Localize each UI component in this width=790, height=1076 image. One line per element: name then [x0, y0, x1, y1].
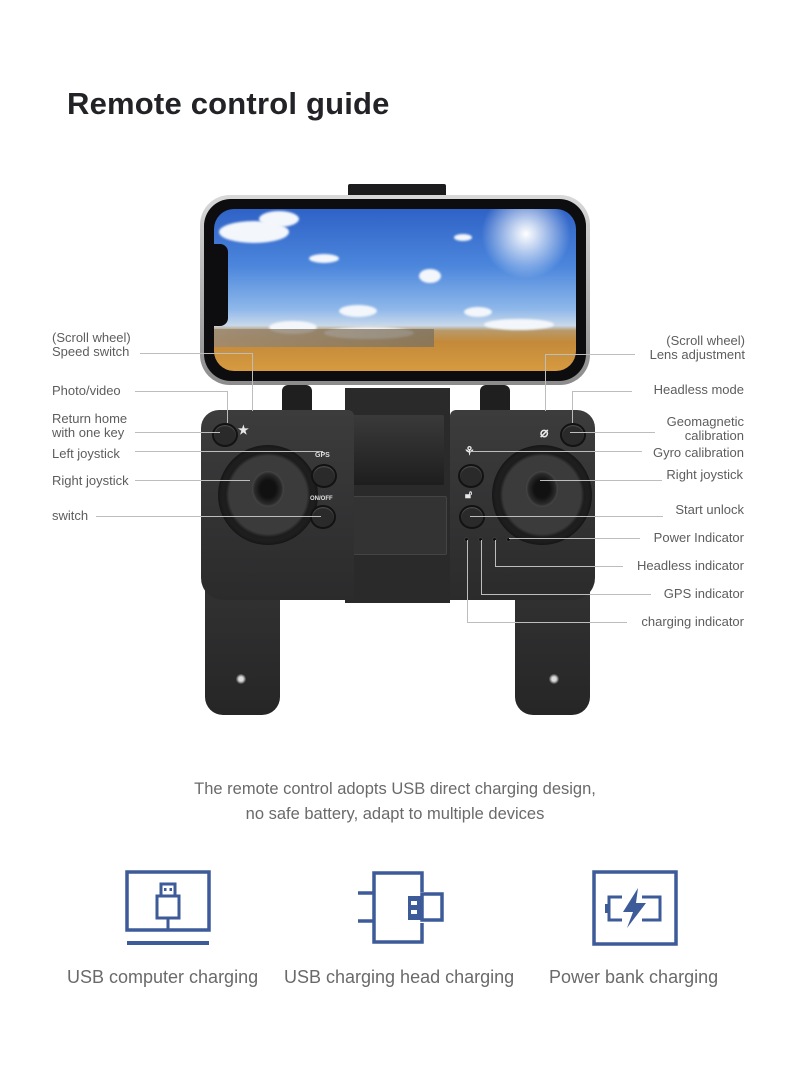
label-gyro-calibration: Gyro calibration	[652, 445, 744, 460]
onoff-label: ON/OFF	[310, 496, 333, 502]
label-photo-video: Photo/video	[52, 383, 121, 398]
controller-center-panel	[350, 496, 447, 555]
right-joystick[interactable]	[492, 445, 592, 545]
usb-computer-icon	[125, 870, 211, 945]
description-text: The remote control adopts USB direct cha…	[0, 777, 790, 827]
label-return-home: Return home with one key	[52, 411, 128, 440]
gps-label: GPS	[315, 452, 330, 459]
label-gps-indicator: GPS indicator	[663, 586, 744, 601]
label-power-indicator: Power Indicator	[653, 530, 744, 545]
label-charging-indicator: charging indicator	[641, 614, 744, 629]
start-unlock-button[interactable]	[459, 505, 485, 529]
right-grip	[515, 580, 590, 715]
label-left-joystick: Left joystick	[52, 446, 120, 461]
label-start-unlock: Start unlock	[675, 502, 744, 517]
power-switch-button[interactable]	[310, 505, 336, 529]
phone-screen-landscape-image	[214, 209, 576, 371]
phone-notch	[214, 244, 228, 326]
caption-usb-charging-head-charging: USB charging head charging	[284, 967, 515, 987]
unlock-padlock-icon: 🔓︎	[465, 489, 473, 501]
left-grip	[205, 580, 280, 715]
return-home-button[interactable]	[212, 423, 238, 447]
headless-compass-icon: ⌀	[540, 424, 549, 440]
gps-button[interactable]	[311, 464, 337, 488]
caption-power-bank-charging: Power bank charging	[549, 967, 719, 987]
power-bank-icon	[592, 870, 678, 946]
caption-usb-computer-charging: USB computer charging	[67, 967, 259, 987]
label-right-joystick: Right joystick	[666, 467, 743, 482]
smartphone	[200, 195, 590, 385]
label-right-joystick-left: Right joystick	[52, 473, 129, 488]
headless-mode-button[interactable]	[560, 423, 586, 447]
page-title: Remote control guide	[67, 86, 390, 121]
description-line-2: no safe battery, adapt to multiple devic…	[245, 805, 545, 823]
gyro-calibration-button[interactable]	[458, 464, 484, 488]
label-headless-mode: Headless mode	[653, 382, 744, 397]
label-speed-switch: (Scroll wheel) Speed switch	[52, 330, 131, 359]
label-lens-adjustment: (Scroll wheel) Lens adjustment	[649, 333, 745, 362]
return-home-icon: ★	[238, 423, 249, 437]
label-headless-indicator: Headless indicator	[637, 558, 744, 573]
label-switch: switch	[52, 508, 89, 523]
left-joystick[interactable]	[218, 445, 318, 545]
description-line-1: The remote control adopts USB direct cha…	[194, 780, 596, 798]
usb-charging-head-icon	[358, 871, 444, 944]
label-geomagnetic-calibration: Geomagnetic calibration	[666, 414, 744, 443]
